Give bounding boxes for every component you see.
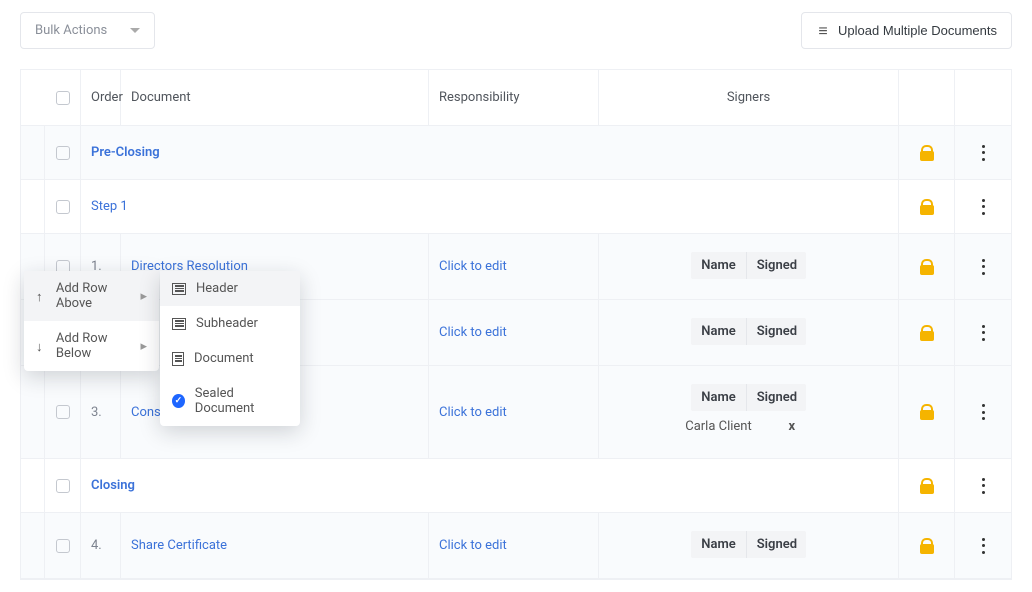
row-type-subheader-item[interactable]: Subheader [160, 306, 300, 341]
col-responsibility-label: Responsibility [439, 90, 520, 105]
signers-signed-col: Signed [746, 384, 806, 411]
signers-signed-col: Signed [746, 252, 806, 279]
row-order: 4. [91, 538, 102, 553]
document-icon [172, 352, 184, 366]
row-type-header-item[interactable]: Header [160, 271, 300, 306]
signers-name-col: Name [691, 318, 745, 345]
row-order: 3. [91, 405, 102, 420]
responsibility-edit[interactable]: Click to edit [439, 325, 507, 340]
add-row-above-item[interactable]: Add Row Above ▸ [24, 271, 159, 321]
lock-icon[interactable] [920, 199, 934, 215]
row-menu-button[interactable] [982, 145, 985, 161]
row-type-sealed-label: Sealed Document [195, 386, 288, 416]
row-type-document-label: Document [194, 351, 254, 366]
row-menu-button[interactable] [982, 538, 985, 554]
row-menu-button[interactable] [982, 404, 985, 420]
row-type-menu: Header Subheader Document ✓ Sealed Docum… [160, 271, 300, 426]
chevron-down-icon [130, 28, 140, 33]
row-menu-button[interactable] [982, 325, 985, 341]
signers-name-col: Name [691, 384, 745, 411]
doc-share-certificate-link[interactable]: Share Certificate [131, 538, 227, 553]
subheader-icon [172, 318, 186, 330]
add-row-above-label: Add Row Above [56, 281, 131, 311]
upload-multiple-button[interactable]: Upload Multiple Documents [801, 12, 1012, 49]
signers-header: Name Signed [691, 384, 805, 411]
signer-name: Carla Client [675, 413, 762, 440]
row-checkbox[interactable] [56, 479, 70, 493]
lock-icon[interactable] [920, 478, 934, 494]
bulk-actions-select[interactable]: Bulk Actions [20, 12, 155, 49]
row-checkbox[interactable] [56, 200, 70, 214]
lock-icon[interactable] [920, 538, 934, 554]
add-row-menu: Add Row Above ▸ Add Row Below ▸ [24, 271, 159, 371]
signer-signed: x [762, 413, 822, 440]
row-checkbox[interactable] [56, 405, 70, 419]
signer-row: Carla Client x [675, 413, 822, 440]
row-menu-button[interactable] [982, 478, 985, 494]
row-menu-button[interactable] [982, 199, 985, 215]
add-row-below-label: Add Row Below [56, 331, 131, 361]
upload-button-label: Upload Multiple Documents [838, 23, 997, 38]
signers-signed-col: Signed [746, 318, 806, 345]
lock-icon[interactable] [920, 259, 934, 275]
section-step1-row: Step 1 [21, 180, 1011, 234]
section-preclosing-link[interactable]: Pre-Closing [91, 145, 160, 160]
col-document-label: Document [131, 90, 191, 105]
col-signers-label: Signers [727, 90, 770, 105]
signers-header: Name Signed [691, 252, 805, 279]
section-preclosing-row: Pre-Closing [21, 126, 1011, 180]
responsibility-edit[interactable]: Click to edit [439, 405, 507, 420]
document-row: 4. Share Certificate Click to edit Name … [21, 513, 1011, 579]
row-type-subheader-label: Subheader [196, 316, 258, 331]
signers-header: Name Signed [691, 531, 805, 558]
section-closing-link[interactable]: Closing [91, 478, 135, 493]
signers-name-col: Name [691, 531, 745, 558]
section-step1-link[interactable]: Step 1 [91, 199, 128, 214]
section-closing-row: Closing [21, 459, 1011, 513]
responsibility-edit[interactable]: Click to edit [439, 259, 507, 274]
row-checkbox[interactable] [56, 146, 70, 160]
signers-signed-col: Signed [746, 531, 806, 558]
arrow-up-icon [36, 289, 46, 303]
seal-icon: ✓ [172, 394, 185, 408]
col-order-label: Order [91, 90, 123, 105]
signers-name-col: Name [691, 252, 745, 279]
lock-icon[interactable] [920, 325, 934, 341]
responsibility-edit[interactable]: Click to edit [439, 538, 507, 553]
chevron-right-icon: ▸ [140, 289, 147, 304]
row-menu-button[interactable] [982, 259, 985, 275]
row-type-header-label: Header [196, 281, 238, 296]
row-type-sealed-item[interactable]: ✓ Sealed Document [160, 376, 300, 426]
signers-header: Name Signed [691, 318, 805, 345]
chevron-right-icon: ▸ [140, 339, 147, 354]
row-checkbox[interactable] [56, 539, 70, 553]
lock-icon[interactable] [920, 404, 934, 420]
select-all-checkbox[interactable] [56, 91, 70, 105]
table-header-row: Order Document Responsibility Signers [21, 70, 1011, 126]
bulk-actions-label: Bulk Actions [35, 23, 107, 38]
lock-icon[interactable] [920, 145, 934, 161]
header-icon [172, 283, 186, 295]
row-type-document-item[interactable]: Document [160, 341, 300, 376]
list-icon [816, 24, 830, 38]
add-row-below-item[interactable]: Add Row Below ▸ [24, 321, 159, 371]
arrow-down-icon [36, 339, 46, 353]
